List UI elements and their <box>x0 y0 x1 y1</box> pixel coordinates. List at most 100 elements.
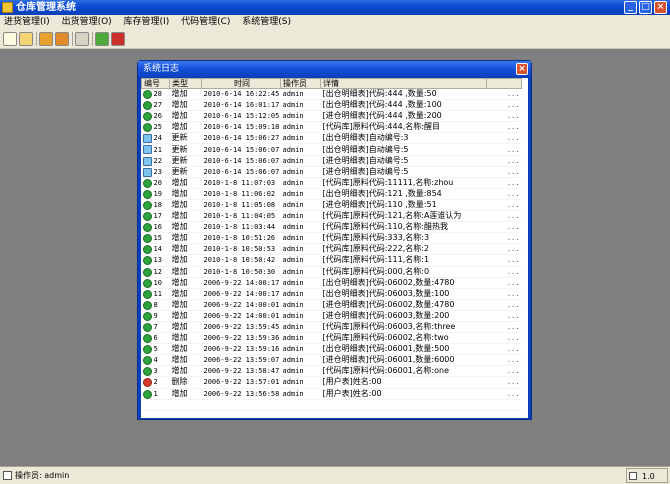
menu-system[interactable]: 系统管理(S) <box>242 15 291 29</box>
cell-time: 2010-1-8 11:07:03 <box>201 177 281 189</box>
table-row[interactable]: 13 增加 2010-1-8 10:50:42 admin [代码库]原料代码:111,… <box>141 254 522 267</box>
check-icon <box>142 356 152 365</box>
cell-type: 增加 <box>169 121 202 134</box>
cell-type: 增加 <box>169 110 202 123</box>
table-row[interactable]: 12 增加 2010-1-8 10:50:30 admin [代码库]原料代码:000,… <box>141 266 522 278</box>
cell-more: ... <box>486 232 522 245</box>
cell-operator: admin <box>280 288 321 300</box>
cell-type: 增加 <box>169 188 202 200</box>
cell-detail: [代码库]原料代码:11111,名称:zhou <box>320 177 487 189</box>
row-id: 15 <box>153 234 162 243</box>
table-row[interactable]: 27 增加 2010-6-14 16:01:17 admin [出仓明细表]代码:444… <box>141 99 522 112</box>
cell-more: ... <box>486 88 522 101</box>
cell-more: ... <box>486 277 522 289</box>
window-title: 仓库管理系统 <box>16 2 76 13</box>
cell-more: ... <box>486 188 522 200</box>
cell-more: ... <box>486 343 522 356</box>
table-row[interactable]: 15 增加 2010-1-8 10:51:26 admin [代码库]原料代码:333,… <box>141 232 522 245</box>
menu-code[interactable]: 代码管理(C) <box>181 15 230 29</box>
column-header-time[interactable]: 时间 <box>201 78 281 89</box>
exit-icon[interactable] <box>111 32 125 46</box>
cell-time: 2006-9-22 13:56:58 <box>201 388 281 400</box>
cell-operator: admin <box>280 388 321 400</box>
column-header-id[interactable]: 编号 <box>141 78 170 89</box>
cell-more: ... <box>486 388 522 400</box>
table-row[interactable]: 6 增加 2006-9-22 13:59:36 admin [代码库]原料代码:0600… <box>141 332 522 345</box>
column-header-operator[interactable]: 操作员 <box>280 78 321 89</box>
log-list[interactable]: 编号 类型 时间 操作员 详情 28 增加 2010-6-14 16:22:45 ad… <box>141 78 528 418</box>
cell-detail: [代码库]原料代码:333,名称:3 <box>320 232 487 245</box>
status-version-panel: 1.0 <box>626 468 668 483</box>
cell-id: 26 <box>141 110 170 123</box>
table-row[interactable]: 9 增加 2006-9-22 14:00:01 admin [进仓明细表]代码:0600… <box>141 310 522 322</box>
dialog-close-button[interactable]: × <box>516 63 528 75</box>
search-icon[interactable] <box>75 32 89 46</box>
cell-id: 7 <box>141 321 170 334</box>
cell-detail: [用户表]姓名:00 <box>320 388 487 400</box>
cell-id: 2 <box>141 376 170 389</box>
table-row[interactable]: 24 更新 2010-6-14 15:06:27 admin [出仓明细表]自动编号:3… <box>141 132 522 145</box>
menu-purchase[interactable]: 进货管理(I) <box>4 15 50 29</box>
column-header-detail[interactable]: 详情 <box>320 78 487 89</box>
cell-type: 增加 <box>169 310 202 322</box>
table-row[interactable]: 16 增加 2010-1-8 11:03:44 admin [代码库]原料代码:110,… <box>141 221 522 234</box>
cell-detail: [代码库]原料代码:111,名称:1 <box>320 254 487 267</box>
table-row[interactable]: 28 增加 2010-6-14 16:22:45 admin [出仓明细表]代码:444… <box>141 88 522 101</box>
cell-detail: [代码库]原料代码:06002,名称:two <box>320 332 487 345</box>
table-row[interactable]: 17 增加 2010-1-8 11:04:05 admin [代码库]原料代码:121,… <box>141 210 522 223</box>
cell-more: ... <box>486 110 522 123</box>
row-id: 18 <box>153 200 162 209</box>
table-row[interactable]: 2 删除 2006-9-22 13:57:01 admin [用户表]姓名:00... <box>141 376 522 389</box>
new-icon[interactable] <box>3 32 17 46</box>
table-row[interactable]: 7 增加 2006-9-22 13:59:45 admin [代码库]原料代码:0600… <box>141 321 522 334</box>
row-id: 28 <box>153 90 162 99</box>
table-row[interactable]: 11 增加 2006-9-22 14:00:17 admin [出仓明细表]代码:060… <box>141 288 522 300</box>
table-row[interactable]: 3 增加 2006-9-22 13:58:47 admin [代码库]原料代码:0600… <box>141 365 522 378</box>
table-row[interactable]: 8 增加 2006-9-22 14:00:01 admin [进仓明细表]代码:0600… <box>141 299 522 311</box>
cell-operator: admin <box>280 266 321 278</box>
cell-type: 增加 <box>169 177 202 189</box>
cell-time: 2006-9-22 13:59:45 <box>201 321 281 334</box>
cell-detail: [进仓明细表]代码:06002,数量:4780 <box>320 299 487 311</box>
cell-detail: [代码库]原料代码:222,名称:2 <box>320 243 487 256</box>
column-header-type[interactable]: 类型 <box>169 78 202 89</box>
cell-time: 2010-1-8 11:05:08 <box>201 199 281 212</box>
cell-time: 2010-1-8 10:51:26 <box>201 232 281 245</box>
table-row[interactable]: 20 增加 2010-1-8 11:07:03 admin [代码库]原料代码:1111… <box>141 177 522 189</box>
row-id: 25 <box>153 123 162 132</box>
close-button[interactable]: × <box>654 1 667 14</box>
check-icon <box>142 389 152 399</box>
table-row[interactable]: 5 增加 2006-9-22 13:59:16 admin [出仓明细表]代码:0600… <box>141 343 522 356</box>
cell-more: ... <box>486 354 522 367</box>
table-row[interactable]: 23 更新 2010-6-14 15:06:07 admin [进仓明细表]自动编号:5… <box>141 166 522 178</box>
table-row[interactable]: 21 更新 2010-6-14 15:06:07 admin [出仓明细表]自动编号:5… <box>141 143 522 156</box>
row-id: 13 <box>153 256 162 265</box>
settings-icon[interactable] <box>55 32 69 46</box>
table-row[interactable]: 25 增加 2010-6-14 15:09:18 admin [代码库]原料代码:444… <box>141 121 522 134</box>
cell-detail: [进仓明细表]代码:06001,数量:6000 <box>320 354 487 367</box>
cell-detail: [代码库]原料代码:444,名称:醒目 <box>320 121 487 134</box>
cell-id: 25 <box>141 121 170 134</box>
table-row[interactable]: 19 增加 2010-1-8 11:06:02 admin [出仓明细表]代码:121 … <box>141 188 522 200</box>
menu-inventory[interactable]: 库存管理(I) <box>124 15 170 29</box>
check-icon <box>142 311 152 321</box>
cell-more: ... <box>486 177 522 189</box>
table-row[interactable]: 22 更新 2010-6-14 15:06:07 admin [进仓明细表]自动编号:5… <box>141 155 522 167</box>
table-row[interactable]: 10 增加 2006-9-22 14:00:17 admin [出仓明细表]代码:060… <box>141 277 522 289</box>
edit-icon[interactable] <box>39 32 53 46</box>
open-icon[interactable] <box>19 32 33 46</box>
table-row[interactable]: 14 增加 2010-1-8 10:50:53 admin [代码库]原料代码:222,… <box>141 243 522 256</box>
cell-id: 22 <box>141 155 170 167</box>
menu-shipment[interactable]: 出货管理(O) <box>62 15 112 29</box>
minimize-button[interactable]: _ <box>624 1 637 14</box>
check-icon <box>142 189 152 199</box>
refresh-icon[interactable] <box>95 32 109 46</box>
table-row[interactable]: 26 增加 2010-6-14 15:12:05 admin [进仓明细表]代码:444… <box>141 110 522 123</box>
check-icon <box>142 345 152 354</box>
table-row[interactable]: 4 增加 2006-9-22 13:59:07 admin [进仓明细表]代码:0600… <box>141 354 522 367</box>
maximize-button[interactable]: □ <box>639 1 652 14</box>
cell-operator: admin <box>280 210 321 223</box>
table-row[interactable]: 1 增加 2006-9-22 13:56:58 admin [用户表]姓名:00... <box>141 388 522 400</box>
cell-type: 增加 <box>169 243 202 256</box>
table-row[interactable]: 18 增加 2010-1-8 11:05:08 admin [进仓明细表]代码:110 … <box>141 199 522 212</box>
